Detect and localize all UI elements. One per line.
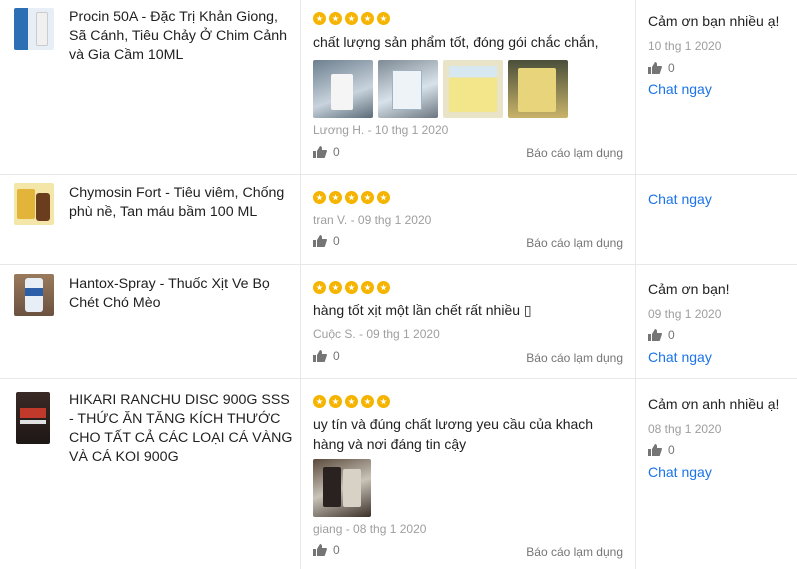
star-icon xyxy=(313,281,326,294)
rating-stars xyxy=(313,395,390,408)
star-icon xyxy=(377,191,390,204)
seller-like-button[interactable]: 0 xyxy=(648,61,675,75)
seller-reply-date: 08 thg 1 2020 xyxy=(648,422,722,436)
review-photo[interactable] xyxy=(313,459,371,517)
chat-now-link[interactable]: Chat ngay xyxy=(648,349,712,365)
product-thumbnail[interactable] xyxy=(16,392,50,444)
column-divider xyxy=(300,265,301,378)
review-author-date: giang - 08 thg 1 2020 xyxy=(313,522,427,536)
review-author-date: Lương H. - 10 thg 1 2020 xyxy=(313,123,449,137)
star-icon xyxy=(361,281,374,294)
chat-now-link[interactable]: Chat ngay xyxy=(648,81,712,97)
column-divider xyxy=(300,379,301,569)
report-abuse-link[interactable]: Báo cáo lạm dụng xyxy=(526,146,623,160)
seller-reply-date: 10 thg 1 2020 xyxy=(648,39,722,53)
like-count: 0 xyxy=(333,145,340,159)
report-abuse-link[interactable]: Báo cáo lạm dụng xyxy=(526,236,623,250)
like-button[interactable]: 0 xyxy=(313,543,340,557)
star-icon xyxy=(345,395,358,408)
thumbs-up-icon xyxy=(648,444,662,456)
seller-like-button[interactable]: 0 xyxy=(648,443,675,457)
review-images xyxy=(313,60,568,118)
seller-reply-date: 09 thg 1 2020 xyxy=(648,307,722,321)
review-images xyxy=(313,459,371,517)
review-author-date: tran V. - 09 thg 1 2020 xyxy=(313,213,432,227)
star-icon xyxy=(329,395,342,408)
star-icon xyxy=(361,12,374,25)
chat-now-link[interactable]: Chat ngay xyxy=(648,191,712,207)
star-icon xyxy=(329,191,342,204)
thumbs-up-icon xyxy=(648,329,662,341)
rating-stars xyxy=(313,12,390,25)
review-photo[interactable] xyxy=(378,60,438,118)
product-name[interactable]: Procin 50A - Đặc Trị Khản Giong, Sã Cánh… xyxy=(69,8,294,65)
report-abuse-link[interactable]: Báo cáo lạm dụng xyxy=(526,545,623,559)
star-icon xyxy=(361,191,374,204)
review-row: Procin 50A - Đặc Trị Khản Giong, Sã Cánh… xyxy=(0,0,797,175)
column-divider xyxy=(635,379,636,569)
seller-like-button[interactable]: 0 xyxy=(648,328,675,342)
product-thumbnail[interactable] xyxy=(14,183,54,225)
column-divider xyxy=(300,175,301,264)
rating-stars xyxy=(313,281,390,294)
like-count: 0 xyxy=(668,61,675,75)
review-photo[interactable] xyxy=(508,60,568,118)
product-name[interactable]: Hantox-Spray - Thuốc Xịt Ve Bọ Chét Chó … xyxy=(69,275,294,313)
star-icon xyxy=(377,395,390,408)
column-divider xyxy=(300,0,301,174)
seller-reply: Cảm ơn bạn! xyxy=(648,281,730,297)
like-button[interactable]: 0 xyxy=(313,145,340,159)
chat-now-link[interactable]: Chat ngay xyxy=(648,464,712,480)
product-name[interactable]: HIKARI RANCHU DISC 900G SSS - THỨC ĂN TĂ… xyxy=(69,391,294,467)
thumbs-up-icon xyxy=(313,350,327,362)
star-icon xyxy=(329,281,342,294)
star-icon xyxy=(345,281,358,294)
review-text: hàng tốt xịt một lần chết rất nhiều ▯ xyxy=(313,302,532,318)
review-row: Hantox-Spray - Thuốc Xịt Ve Bọ Chét Chó … xyxy=(0,265,797,379)
review-row: Chymosin Fort - Tiêu viêm, Chống phù nề,… xyxy=(0,175,797,265)
star-icon xyxy=(377,12,390,25)
review-photo[interactable] xyxy=(443,60,503,118)
product-thumbnail[interactable] xyxy=(14,274,54,316)
like-count: 0 xyxy=(668,443,675,457)
like-count: 0 xyxy=(333,543,340,557)
thumbs-up-icon xyxy=(648,62,662,74)
review-author-date: Cuộc S. - 09 thg 1 2020 xyxy=(313,327,440,341)
star-icon xyxy=(313,12,326,25)
product-thumbnail[interactable] xyxy=(14,8,54,50)
thumbs-up-icon xyxy=(313,544,327,556)
like-count: 0 xyxy=(333,349,340,363)
review-photo[interactable] xyxy=(313,60,373,118)
column-divider xyxy=(635,0,636,174)
rating-stars xyxy=(313,191,390,204)
star-icon xyxy=(313,191,326,204)
star-icon xyxy=(345,191,358,204)
column-divider xyxy=(635,265,636,378)
star-icon xyxy=(361,395,374,408)
like-button[interactable]: 0 xyxy=(313,349,340,363)
thumbs-up-icon xyxy=(313,235,327,247)
star-icon xyxy=(345,12,358,25)
star-icon xyxy=(329,12,342,25)
star-icon xyxy=(377,281,390,294)
report-abuse-link[interactable]: Báo cáo lạm dụng xyxy=(526,351,623,365)
review-text: chất lượng sản phẩm tốt, đóng gói chắc c… xyxy=(313,34,599,50)
star-icon xyxy=(313,395,326,408)
review-row: HIKARI RANCHU DISC 900G SSS - THỨC ĂN TĂ… xyxy=(0,379,797,569)
seller-reply: Cảm ơn anh nhiều ạ! xyxy=(648,396,780,412)
like-count: 0 xyxy=(333,234,340,248)
column-divider xyxy=(635,175,636,264)
seller-reply: Cảm ơn bạn nhiều ạ! xyxy=(648,13,780,29)
review-text: uy tín và đúng chất lương yeu cầu của kh… xyxy=(313,416,594,452)
like-count: 0 xyxy=(668,328,675,342)
product-name[interactable]: Chymosin Fort - Tiêu viêm, Chống phù nề,… xyxy=(69,184,294,222)
thumbs-up-icon xyxy=(313,146,327,158)
like-button[interactable]: 0 xyxy=(313,234,340,248)
